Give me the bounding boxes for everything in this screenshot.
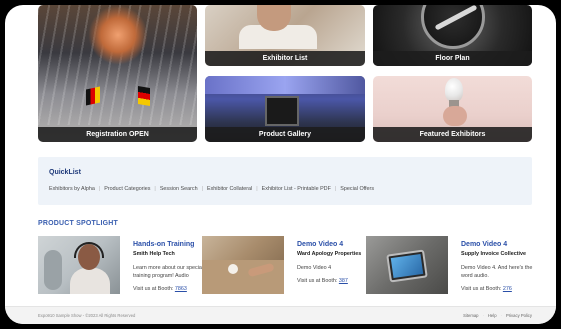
booth-number-link[interactable]: 276	[503, 286, 512, 292]
spotlight-card-image[interactable]	[202, 236, 284, 294]
headset-icon	[74, 242, 104, 258]
compass-icon	[421, 5, 485, 49]
floor-plan-tile[interactable]: Floor Plan	[373, 5, 532, 66]
quicklist-separator: |	[256, 186, 258, 192]
spotlight-card-company: Ward Apology Properties	[297, 251, 362, 257]
lightbulb-icon	[445, 78, 463, 102]
registration-tile-caption: Registration OPEN	[38, 127, 197, 142]
spotlight-card-company: Smith Help Tech	[133, 251, 175, 257]
quicklist-link-exhibitors-by-alpha[interactable]: Exhibitors by Alpha	[49, 186, 95, 192]
quicklist-separator: |	[334, 186, 337, 192]
spotlight-card-description: Learn more about our special training pr…	[133, 265, 204, 279]
spotlight-card-booth: Visit us at Booth: 387	[297, 278, 373, 284]
quicklist-link-product-categories[interactable]: Product Categories	[104, 186, 150, 192]
page-frame: Registration OPEN Exhibitor List Floor P…	[5, 5, 556, 324]
footer-separator: ·	[482, 313, 484, 318]
footer-separator: ·	[500, 313, 502, 318]
product-spotlight-title: PRODUCT SPOTLIGHT	[38, 220, 119, 227]
spotlight-card: Hands-on Training Smith Help Tech Learn …	[133, 241, 209, 292]
spotlight-card: Demo Video 4 Supply Invoice Collective D…	[461, 241, 537, 292]
spotlight-card-title[interactable]: Hands-on Training	[133, 241, 209, 248]
booth-label: Visit us at Booth:	[297, 278, 338, 284]
hand-decoration	[443, 106, 467, 126]
ceiling-light-decoration	[205, 76, 365, 94]
footer-copyright: Expo910 Sample Show - ©2023 All Rights R…	[38, 313, 136, 318]
spotlight-card-title[interactable]: Demo Video 4	[297, 241, 373, 248]
quicklist-separator: |	[201, 186, 203, 192]
booth-label: Visit us at Booth:	[133, 286, 174, 292]
flag-icon	[138, 85, 150, 107]
exhibitor-list-tile[interactable]: Exhibitor List	[205, 5, 365, 66]
spotlight-card: Demo Video 4 Ward Apology Properties Dem…	[297, 241, 373, 284]
quicklist-panel: QuickList Exhibitors by Alpha | Product Ca…	[38, 157, 532, 205]
footer-link-privacy-policy[interactable]: Privacy Policy	[506, 313, 532, 318]
spotlight-card-description: Demo Video 4	[297, 265, 332, 271]
booth-number-link[interactable]: 7863	[175, 286, 187, 292]
display-screen-decoration	[265, 96, 299, 126]
person-shirt-decoration	[70, 268, 110, 294]
quicklist-separator: |	[98, 186, 101, 192]
product-gallery-tile[interactable]: Product Gallery	[205, 76, 365, 142]
background-person-decoration	[44, 250, 62, 290]
booth-number-link[interactable]: 387	[339, 278, 348, 284]
spotlight-card-description: Demo Video 4. And here's the word audio.	[461, 265, 533, 279]
tablet-screen-decoration	[390, 254, 424, 278]
product-gallery-tile-caption: Product Gallery	[205, 127, 365, 142]
spotlight-card-image[interactable]	[38, 236, 120, 294]
quicklist-title: QuickList	[49, 169, 81, 176]
quicklist-links: Exhibitors by Alpha | Product Categories | S…	[49, 186, 374, 192]
footer-links: Sitemap · Help · Privacy Policy	[463, 313, 532, 318]
featured-exhibitors-tile[interactable]: Featured Exhibitors	[373, 76, 532, 142]
exhibitor-list-tile-caption: Exhibitor List	[205, 51, 365, 66]
spotlight-card-image[interactable]	[366, 236, 448, 294]
spotlight-card-booth: Visit us at Booth: 276	[461, 286, 537, 292]
floor-plan-tile-caption: Floor Plan	[373, 51, 532, 66]
coffee-cup-icon	[228, 264, 238, 274]
spotlight-card-company: Supply Invoice Collective	[461, 251, 527, 257]
footer-link-help[interactable]: Help	[488, 313, 497, 318]
quicklist-link-special-offers[interactable]: Special Offers	[340, 186, 374, 192]
page-footer: Expo910 Sample Show - ©2023 All Rights R…	[5, 306, 556, 324]
chandelier-decoration	[88, 5, 148, 65]
quicklist-link-session-search[interactable]: Session Search	[160, 186, 198, 192]
spotlight-card-booth: Visit us at Booth: 7863	[133, 286, 209, 292]
footer-link-sitemap[interactable]: Sitemap	[463, 313, 478, 318]
spotlight-card-title[interactable]: Demo Video 4	[461, 241, 537, 248]
flag-icon	[86, 86, 100, 106]
quicklist-separator: |	[154, 186, 156, 192]
registration-tile[interactable]: Registration OPEN	[38, 5, 197, 142]
quicklist-link-exhibitor-collateral[interactable]: Exhibitor Collateral	[207, 186, 252, 192]
booth-label: Visit us at Booth:	[461, 286, 502, 292]
quicklist-link-exhibitor-list-pdf[interactable]: Exhibitor List - Printable PDF	[262, 186, 331, 192]
featured-exhibitors-tile-caption: Featured Exhibitors	[373, 127, 532, 142]
